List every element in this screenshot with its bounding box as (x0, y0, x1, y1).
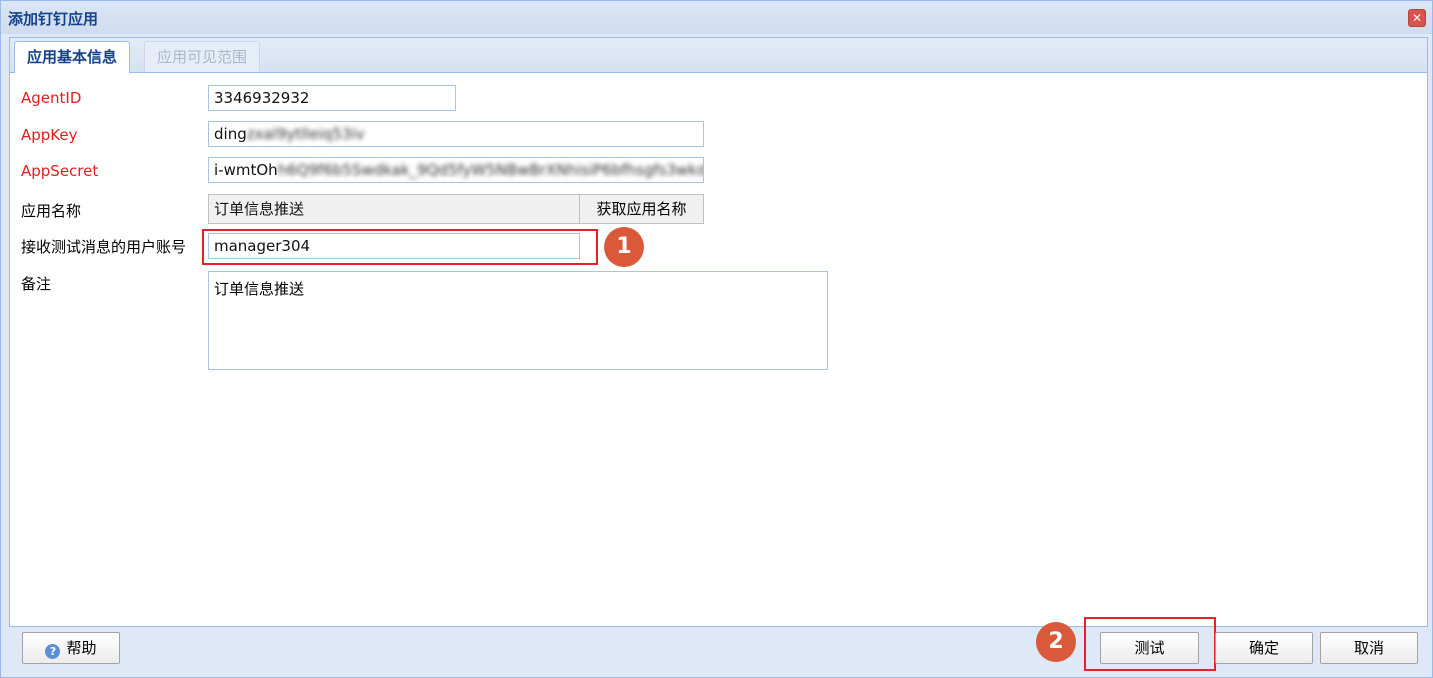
app-key-obscured: zxal9ytlleiq53iv (246, 125, 365, 143)
ok-button[interactable]: 确定 (1215, 632, 1313, 664)
highlight-test-user (202, 229, 598, 265)
app-key-label: AppKey (21, 126, 78, 144)
help-button[interactable]: ? 帮助 (22, 632, 120, 664)
app-secret-input[interactable]: i-wmtOhh6Q9f6b5Swdkak_9Qd5fyW5NBwBrXNhis… (208, 157, 704, 183)
agent-id-label: AgentID (21, 89, 82, 107)
app-key-input[interactable]: dingzxal9ytlleiq53iv (208, 121, 704, 147)
app-secret-visible: i-wmtOh (214, 161, 278, 179)
app-name-label: 应用名称 (21, 202, 82, 220)
tab-visibility-scope[interactable]: 应用可见范围 (144, 41, 261, 72)
remark-textarea[interactable]: 订单信息推送 (208, 271, 828, 370)
get-app-name-button[interactable]: 获取应用名称 (579, 194, 704, 224)
app-secret-label: AppSecret (21, 162, 99, 180)
cancel-button[interactable]: 取消 (1320, 632, 1418, 664)
dialog-titlebar[interactable]: 添加钉钉应用 ✕ (1, 1, 1432, 34)
dialog-footer: ? 帮助 2 测试 确定 取消 (9, 617, 1426, 671)
app-secret-obscured: h6Q9f6b5Swdkak_9Qd5fyW5NBwBrXNhisiP6bfhs… (277, 161, 704, 179)
tab-basic-info[interactable]: 应用基本信息 (14, 41, 131, 73)
help-icon: ? (45, 644, 61, 659)
close-icon[interactable]: ✕ (1408, 9, 1426, 27)
app-key-visible: ding (214, 125, 247, 143)
remark-label: 备注 (21, 275, 52, 293)
app-name-input: 订单信息推送 (208, 194, 580, 224)
agent-id-input[interactable]: 3346932932 (208, 85, 456, 111)
annotation-marker-2: 2 (1036, 622, 1076, 662)
form-panel: 应用基本信息 应用可见范围 AgentID 3346932932 AppKey … (9, 37, 1428, 627)
help-button-label: 帮助 (66, 639, 97, 657)
tab-strip: 应用基本信息 应用可见范围 (10, 38, 1427, 73)
test-user-label: 接收测试消息的用户账号 (21, 238, 187, 256)
highlight-test-button (1084, 617, 1216, 671)
dialog-window: 添加钉钉应用 ✕ 应用基本信息 应用可见范围 AgentID 334693293… (0, 0, 1433, 678)
dialog-title: 添加钉钉应用 (8, 10, 99, 28)
annotation-marker-1: 1 (604, 227, 644, 267)
